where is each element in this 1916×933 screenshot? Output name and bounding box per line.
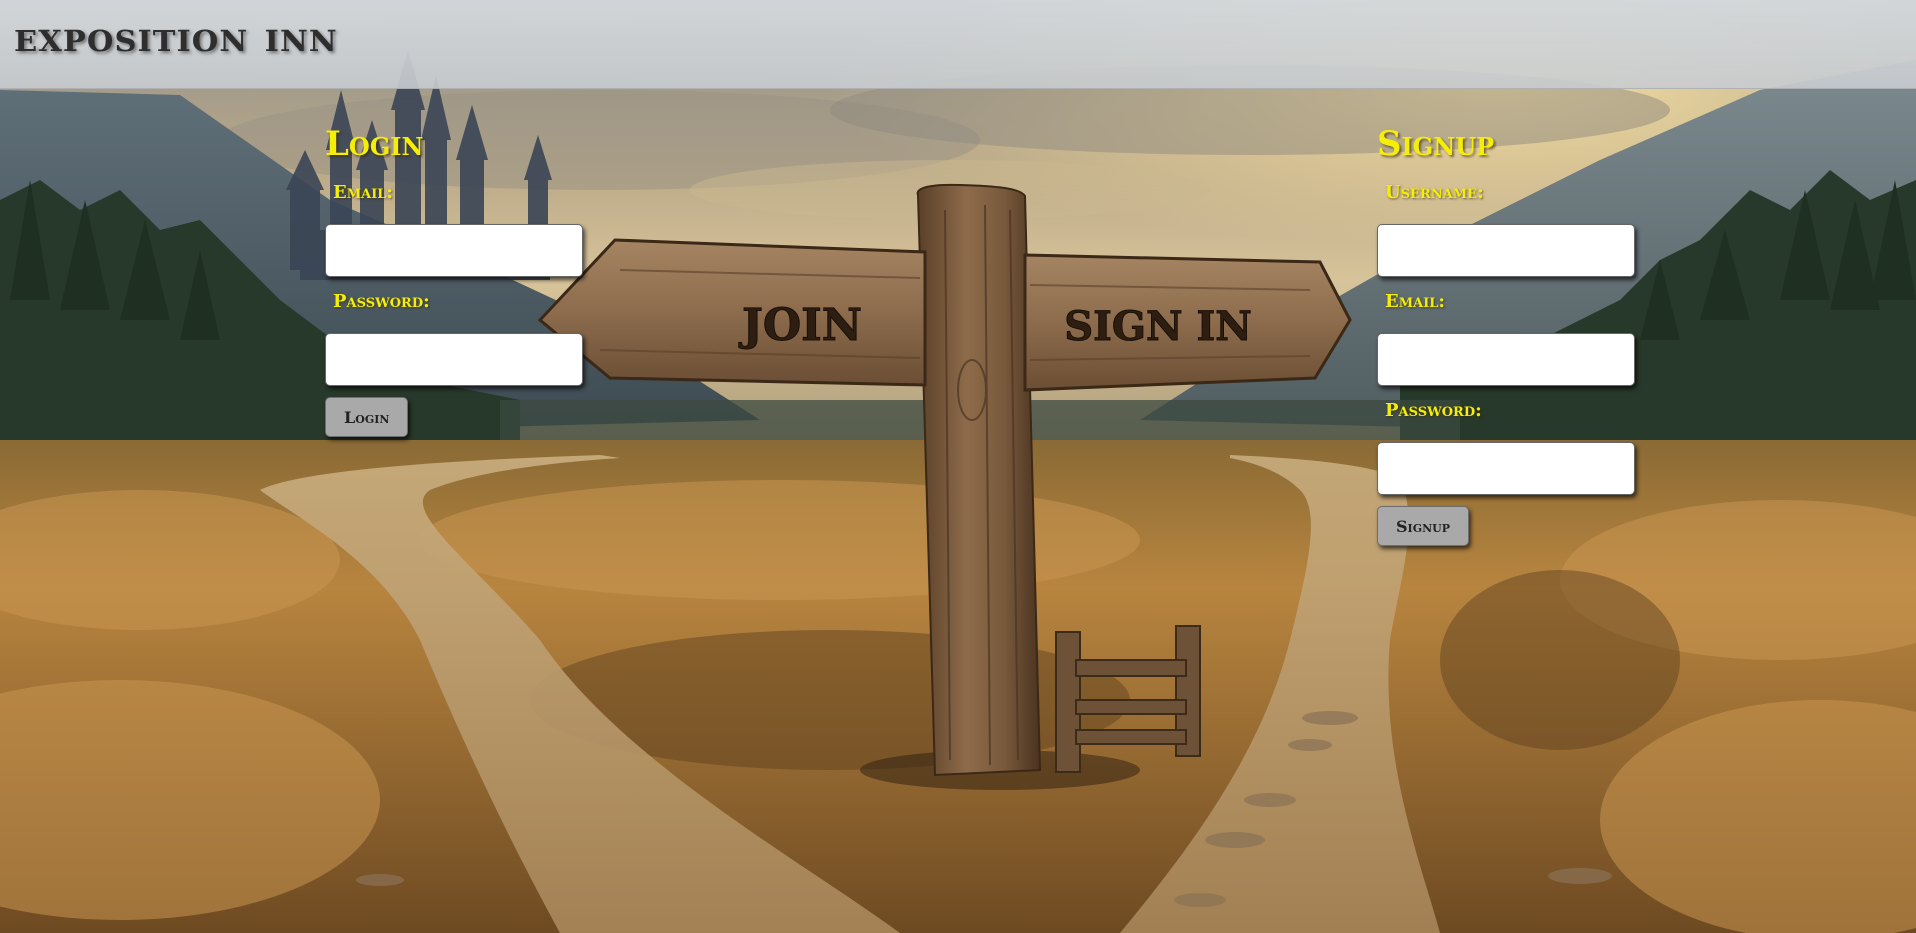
signup-password-input[interactable] (1377, 442, 1635, 495)
login-form: Login Email: Password: Login (325, 124, 595, 437)
signup-password-label: Password: (1385, 400, 1482, 421)
signup-form: Signup Username: Email: Password: Signup (1377, 124, 1647, 546)
login-button[interactable]: Login (325, 397, 409, 437)
signup-button[interactable]: Signup (1377, 506, 1470, 546)
signup-email-input[interactable] (1377, 333, 1635, 386)
login-title: Login (325, 124, 424, 164)
signup-email-label: Email: (1385, 291, 1446, 312)
login-email-label: Email: (333, 182, 394, 203)
site-header: exposition inn (0, 0, 1916, 89)
signup-username-label: Username: (1385, 182, 1484, 203)
site-title: exposition inn (14, 12, 338, 61)
signup-title: Signup (1377, 124, 1495, 164)
login-email-input[interactable] (325, 224, 583, 277)
signpost-join-text: JOIN (738, 300, 862, 351)
login-password-label: Password: (333, 291, 430, 312)
signpost-signin-text: SIGN IN (1064, 303, 1252, 350)
signup-username-input[interactable] (1377, 224, 1635, 277)
login-password-input[interactable] (325, 333, 583, 386)
